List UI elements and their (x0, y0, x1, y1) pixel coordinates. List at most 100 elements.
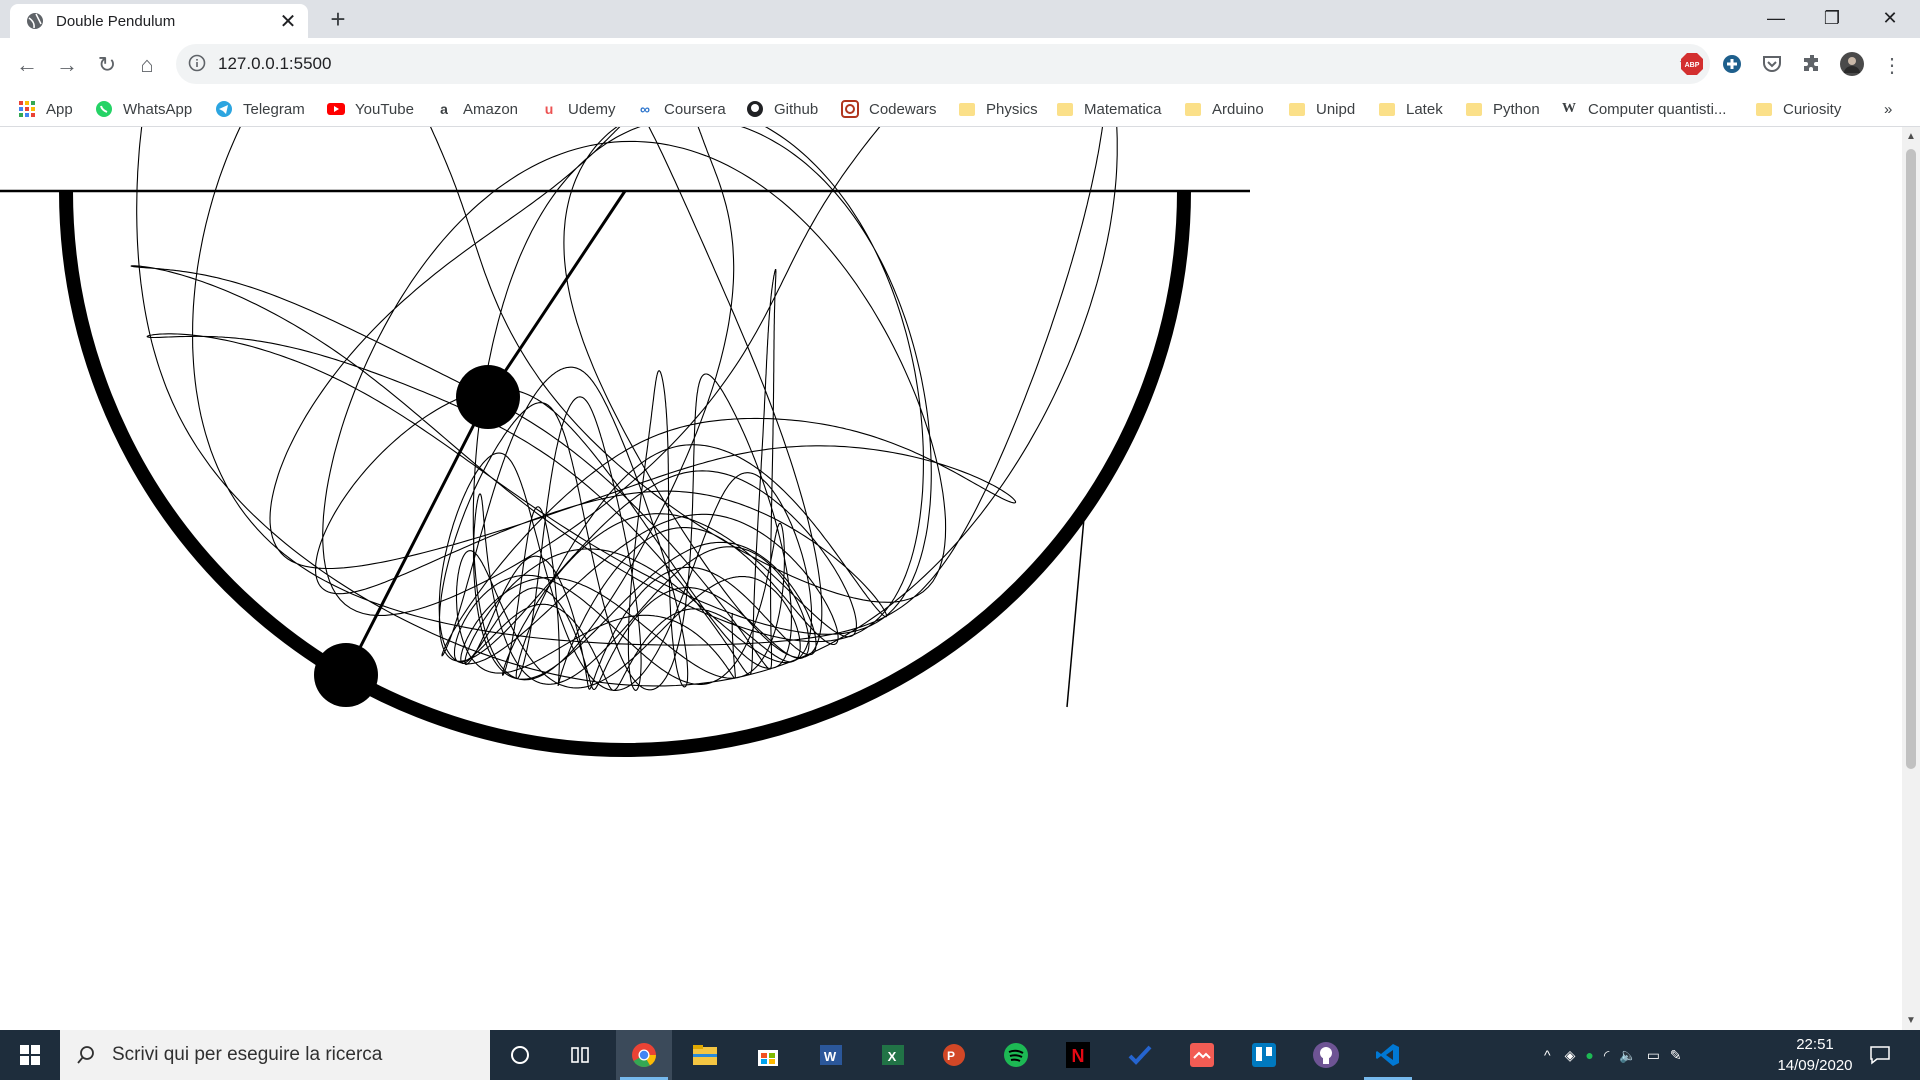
trello-icon[interactable] (1236, 1030, 1292, 1080)
bookmark-label: Codewars (869, 100, 937, 118)
extension-icon[interactable] (1720, 52, 1744, 76)
volume-icon[interactable]: 🔈 (1619, 1047, 1636, 1064)
youtube-icon (327, 103, 345, 115)
bookmark-folder-curiosity[interactable]: Curiosity (1755, 92, 1841, 126)
battery-icon[interactable]: ▭ (1647, 1047, 1660, 1064)
bookmark-youtube[interactable]: YouTube (327, 92, 414, 126)
folder-icon (1184, 100, 1202, 118)
bookmark-label: Matematica (1084, 100, 1162, 118)
dropbox-icon[interactable]: ◈ (1565, 1047, 1576, 1064)
apps-grid-icon (19, 101, 35, 117)
folder-icon (958, 100, 976, 118)
profile-avatar-icon[interactable] (1840, 52, 1864, 76)
folder-icon (1465, 100, 1483, 118)
restore-button[interactable]: ❐ (1804, 0, 1860, 36)
bookmark-label: Curiosity (1783, 100, 1842, 118)
word-icon[interactable]: W (802, 1030, 858, 1080)
task-view-icon[interactable] (552, 1030, 608, 1080)
pendulum-arm-2 (344, 396, 490, 676)
bookmark-folder-unipd[interactable]: Unipd (1288, 92, 1355, 126)
bookmark-whatsapp[interactable]: WhatsApp (95, 92, 192, 126)
bookmark-label: Unipd (1316, 100, 1356, 118)
spotify-icon[interactable] (988, 1030, 1044, 1080)
wifi-icon[interactable]: ◜ (1604, 1047, 1609, 1064)
bookmark-label: Computer quantisti... (1588, 100, 1727, 118)
bookmark-label: WhatsApp (123, 100, 193, 118)
scrollbar-thumb[interactable] (1906, 149, 1916, 769)
clock-time: 22:51 (1796, 1036, 1834, 1053)
page-scrollbar[interactable]: ▲ ▼ (1902, 127, 1920, 1030)
address-bar[interactable]: 127.0.0.1:5500 ☆ (176, 44, 1710, 84)
bookmark-label: App (46, 100, 73, 118)
reload-icon[interactable]: ↻ (92, 50, 122, 80)
cortana-icon[interactable] (492, 1030, 548, 1080)
coursera-icon: ∞ (640, 101, 650, 117)
netflix-icon[interactable]: N (1050, 1030, 1106, 1080)
pen-icon[interactable]: ✎ (1670, 1047, 1682, 1064)
folder-icon (1288, 100, 1306, 118)
bookmark-udemy[interactable]: u Udemy (540, 92, 616, 126)
scroll-up-icon[interactable]: ▲ (1906, 131, 1916, 142)
windows-logo-icon (20, 1045, 40, 1065)
github-desktop-icon[interactable] (1298, 1030, 1354, 1080)
taskbar-search-box[interactable]: Scrivi qui per eseguire la ricerca (60, 1030, 490, 1080)
excel-icon[interactable]: X (864, 1030, 920, 1080)
bookmark-folder-physics[interactable]: Physics (958, 92, 1038, 126)
close-window-button[interactable]: ✕ (1862, 0, 1918, 36)
spotify-tray-icon[interactable]: ● (1585, 1047, 1593, 1063)
vscode-icon[interactable] (1360, 1030, 1416, 1080)
bookmarks-overflow-button[interactable]: » (1884, 92, 1892, 126)
bookmark-folder-python[interactable]: Python (1465, 92, 1540, 126)
pendulum-trail (59, 127, 1191, 757)
folder-icon (1056, 100, 1074, 118)
svg-text:N: N (1072, 1046, 1085, 1066)
folder-icon (1378, 100, 1396, 118)
telegram-icon (216, 101, 232, 117)
menu-icon[interactable]: ⋮ (1877, 50, 1907, 80)
bookmark-label: Telegram (243, 100, 305, 118)
bookmark-wikipedia[interactable]: W Computer quantisti... (1560, 92, 1726, 126)
minimize-button[interactable]: — (1748, 0, 1804, 36)
bookmark-telegram[interactable]: Telegram (215, 92, 305, 126)
extensions-puzzle-icon[interactable] (1800, 52, 1824, 76)
tab-double-pendulum[interactable]: Double Pendulum ✕ (10, 4, 308, 38)
windows-start-button[interactable] (0, 1030, 60, 1080)
globe-icon (27, 13, 43, 29)
amazon-icon: a (440, 101, 448, 117)
tab-title: Double Pendulum (56, 12, 176, 30)
chrome-icon[interactable] (616, 1030, 672, 1080)
bookmarks-bar: App WhatsApp Telegram YouTube a Amazon u… (0, 92, 1920, 127)
store-icon[interactable] (740, 1030, 796, 1080)
adblock-icon[interactable]: ABP (1680, 52, 1704, 76)
bookmark-app[interactable]: App (18, 92, 73, 126)
bookmark-github[interactable]: Github (746, 92, 818, 126)
home-icon[interactable]: ⌂ (132, 50, 162, 80)
codewars-icon (841, 100, 859, 118)
new-tab-button[interactable]: + (324, 6, 352, 34)
taskbar-clock[interactable]: 22:51 14/09/2020 (1770, 1034, 1860, 1076)
pocket-icon[interactable] (1760, 52, 1784, 76)
search-icon (77, 1046, 94, 1064)
info-icon[interactable] (188, 54, 206, 72)
bookmark-folder-matematica[interactable]: Matematica (1056, 92, 1162, 126)
file-explorer-icon[interactable] (677, 1030, 733, 1080)
tray-overflow-icon[interactable]: ^ (1544, 1047, 1551, 1063)
todo-icon[interactable] (1112, 1030, 1168, 1080)
tab-close-icon[interactable]: ✕ (274, 9, 302, 34)
back-icon[interactable]: ← (12, 50, 42, 80)
bookmark-amazon[interactable]: a Amazon (435, 92, 518, 126)
whatsapp-icon (96, 101, 112, 117)
bookmark-label: Github (774, 100, 819, 118)
notifications-icon[interactable] (1852, 1030, 1908, 1080)
bookmark-label: Coursera (664, 100, 726, 118)
bookmark-codewars[interactable]: Codewars (841, 92, 937, 126)
url-text[interactable]: 127.0.0.1:5500 (218, 54, 331, 74)
search-placeholder: Scrivi qui per eseguire la ricerca (112, 1044, 383, 1065)
photos-icon[interactable] (1174, 1030, 1230, 1080)
bookmark-coursera[interactable]: ∞ Coursera (636, 92, 726, 126)
bookmark-folder-latek[interactable]: Latek (1378, 92, 1443, 126)
forward-icon[interactable]: → (52, 50, 82, 80)
powerpoint-icon[interactable]: P (926, 1030, 982, 1080)
bookmark-folder-arduino[interactable]: Arduino (1184, 92, 1264, 126)
scroll-down-icon[interactable]: ▼ (1906, 1015, 1916, 1026)
